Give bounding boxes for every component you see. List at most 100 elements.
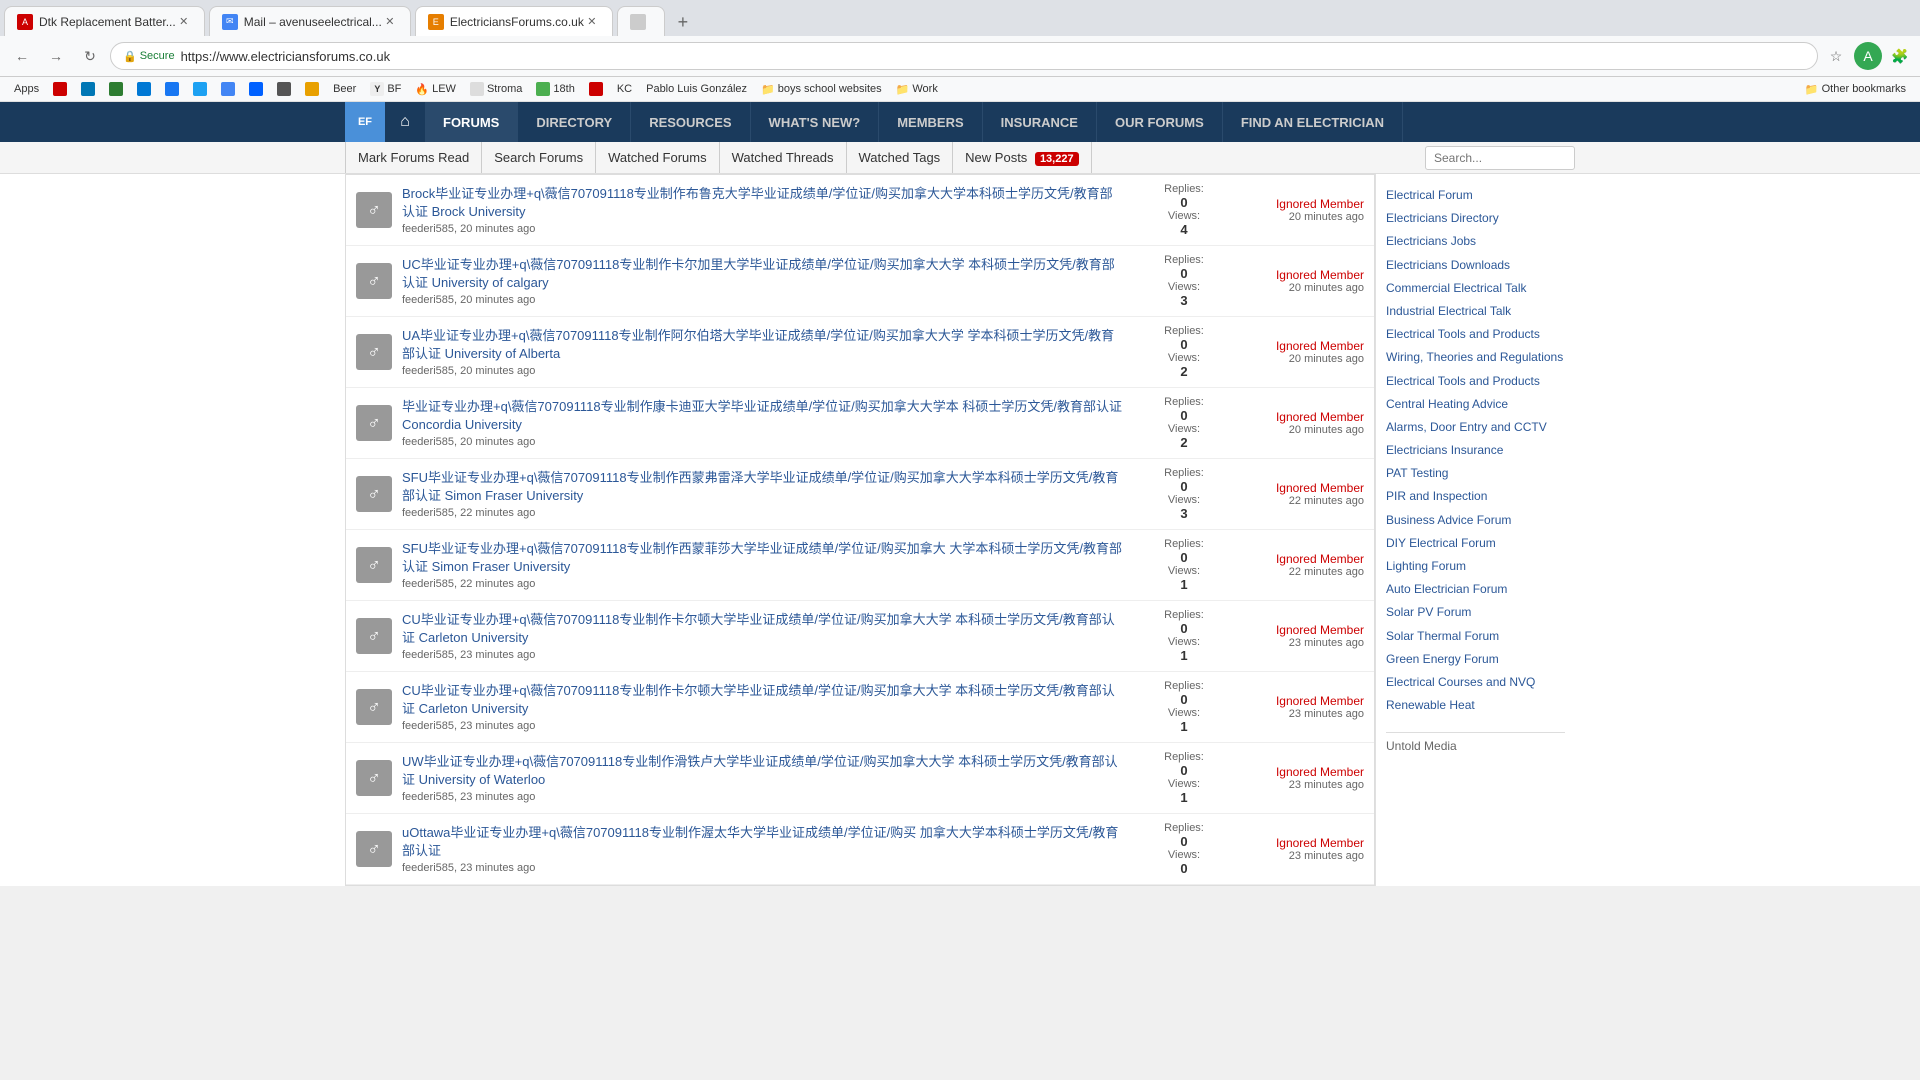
forward-button[interactable]: → <box>42 42 70 70</box>
bookmark-kc[interactable]: KC <box>611 80 638 98</box>
thread-title[interactable]: UC毕业证专业办理+q\薇信707091118专业制作卡尔加里大学毕业证成绩单/… <box>402 256 1124 292</box>
thread-info: uOttawa毕业证专业办理+q\薇信707091118专业制作渥太华大学毕业证… <box>402 824 1124 874</box>
last-poster[interactable]: Ignored Member <box>1244 836 1364 850</box>
sidebar-link-0[interactable]: Electrical Forum <box>1386 184 1565 207</box>
nav-whats-new[interactable]: WHAT'S NEW? <box>751 102 880 142</box>
sidebar-link-11[interactable]: Electricians Insurance <box>1386 439 1565 462</box>
last-poster[interactable]: Ignored Member <box>1244 197 1364 211</box>
sidebar-link-14[interactable]: Business Advice Forum <box>1386 509 1565 532</box>
bookmark-beer[interactable]: Beer <box>327 80 362 98</box>
bookmark-favicon-4[interactable] <box>131 79 157 99</box>
tab-close-3[interactable]: ✕ <box>584 14 600 30</box>
bookmark-linkedin[interactable] <box>75 79 101 99</box>
bookmark-pablo[interactable]: Pablo Luis González <box>640 80 753 98</box>
sidebar-link-7[interactable]: Wiring, Theories and Regulations <box>1386 346 1565 369</box>
bookmark-favicon-3[interactable] <box>103 79 129 99</box>
bookmark-favicon-kc[interactable] <box>583 79 609 99</box>
bookmark-boys-school[interactable]: 📁 boys school websites <box>755 80 888 99</box>
nav-home-icon[interactable]: ⌂ <box>385 102 425 142</box>
extensions-icon[interactable]: 🧩 <box>1888 44 1912 68</box>
sidebar-link-1[interactable]: Electricians Directory <box>1386 207 1565 230</box>
bookmark-apps[interactable]: Apps <box>8 80 45 98</box>
bookmark-stroma[interactable]: Stroma <box>464 79 528 99</box>
sidebar-link-13[interactable]: PIR and Inspection <box>1386 485 1565 508</box>
sidebar-link-17[interactable]: Auto Electrician Forum <box>1386 578 1565 601</box>
bookmark-twitter[interactable] <box>187 79 213 99</box>
tab-close-2[interactable]: ✕ <box>382 14 398 30</box>
nav-directory[interactable]: DIRECTORY <box>518 102 631 142</box>
bookmark-work[interactable]: 📁 Work <box>890 80 944 99</box>
bookmark-bf[interactable]: Y BF <box>364 79 407 99</box>
nav-members[interactable]: MEMBERS <box>879 102 982 142</box>
last-time: 20 minutes ago <box>1244 211 1364 223</box>
sidebar-link-green-energy[interactable]: Green Energy Forum <box>1386 648 1565 671</box>
thread-title[interactable]: SFU毕业证专业办理+q\薇信707091118专业制作西蒙弗雷泽大学毕业证成绩… <box>402 469 1124 505</box>
sidebar-link-6[interactable]: Electrical Tools and Products <box>1386 323 1565 346</box>
new-posts[interactable]: New Posts 13,227 <box>953 142 1091 173</box>
thread-title[interactable]: UW毕业证专业办理+q\薇信707091118专业制作滑铁卢大学毕业证成绩单/学… <box>402 753 1124 789</box>
bookmark-facebook[interactable] <box>159 79 185 99</box>
last-poster[interactable]: Ignored Member <box>1244 623 1364 637</box>
bookmark-favicon-10[interactable] <box>299 79 325 99</box>
sidebar-link-solar-thermal[interactable]: Solar Thermal Forum <box>1386 625 1565 648</box>
thread-title[interactable]: UA毕业证专业办理+q\薇信707091118专业制作阿尔伯塔大学毕业证成绩单/… <box>402 327 1124 363</box>
thread-info: UC毕业证专业办理+q\薇信707091118专业制作卡尔加里大学毕业证成绩单/… <box>402 256 1124 306</box>
sidebar-link-9[interactable]: Central Heating Advice <box>1386 393 1565 416</box>
sidebar-link-10[interactable]: Alarms, Door Entry and CCTV <box>1386 416 1565 439</box>
nav-logo[interactable]: EF <box>345 102 385 142</box>
sidebar-link-16[interactable]: Lighting Forum <box>1386 555 1565 578</box>
sidebar-link-5[interactable]: Industrial Electrical Talk <box>1386 300 1565 323</box>
last-poster[interactable]: Ignored Member <box>1244 694 1364 708</box>
user-icon[interactable]: A <box>1854 42 1882 70</box>
address-bar[interactable]: 🔒 Secure https://www.electriciansforums.… <box>110 42 1818 70</box>
last-poster[interactable]: Ignored Member <box>1244 339 1364 353</box>
last-poster[interactable]: Ignored Member <box>1244 552 1364 566</box>
browser-tab-3[interactable]: E ElectriciansForums.co.uk ✕ <box>415 6 613 36</box>
mark-forums-read[interactable]: Mark Forums Read <box>345 142 482 173</box>
last-poster[interactable]: Ignored Member <box>1244 268 1364 282</box>
watched-threads[interactable]: Watched Threads <box>720 142 847 173</box>
thread-title[interactable]: uOttawa毕业证专业办理+q\薇信707091118专业制作渥太华大学毕业证… <box>402 824 1124 860</box>
browser-tab-1[interactable]: A Dtk Replacement Batter... ✕ <box>4 6 205 36</box>
last-poster[interactable]: Ignored Member <box>1244 765 1364 779</box>
thread-title[interactable]: Brock毕业证专业办理+q\薇信707091118专业制作布鲁克大学毕业证成绩… <box>402 185 1124 221</box>
bookmark-google[interactable] <box>215 79 241 99</box>
bookmark-lew[interactable]: 🔥 LEW <box>409 80 462 99</box>
new-tab-button[interactable]: + <box>669 8 697 36</box>
nav-resources[interactable]: RESOURCES <box>631 102 750 142</box>
thread-title[interactable]: 毕业证专业办理+q\薇信707091118专业制作康卡迪亚大学毕业证成绩单/学位… <box>402 398 1124 434</box>
sidebar-link-15[interactable]: DIY Electrical Forum <box>1386 532 1565 555</box>
reload-button[interactable]: ↻ <box>76 42 104 70</box>
nav-forums[interactable]: FORUMS <box>425 102 518 142</box>
nav-insurance[interactable]: INSURANCE <box>983 102 1097 142</box>
sidebar-link-3[interactable]: Electricians Downloads <box>1386 254 1565 277</box>
sidebar-link-22[interactable]: Renewable Heat <box>1386 694 1565 717</box>
last-poster[interactable]: Ignored Member <box>1244 410 1364 424</box>
sidebar-link-18[interactable]: Solar PV Forum <box>1386 601 1565 624</box>
back-button[interactable]: ← <box>8 42 36 70</box>
bookmark-favicon-1[interactable] <box>47 79 73 99</box>
bookmark-18th[interactable]: 18th <box>530 79 580 99</box>
sidebar-link-12[interactable]: PAT Testing <box>1386 462 1565 485</box>
bookmark-dropbox[interactable] <box>243 79 269 99</box>
sidebar-link-8[interactable]: Electrical Tools and Products <box>1386 370 1565 393</box>
sidebar-link-21[interactable]: Electrical Courses and NVQ <box>1386 671 1565 694</box>
watched-tags[interactable]: Watched Tags <box>847 142 954 173</box>
sidebar-link-4[interactable]: Commercial Electrical Talk <box>1386 277 1565 300</box>
sidebar-link-2[interactable]: Electricians Jobs <box>1386 230 1565 253</box>
thread-title[interactable]: CU毕业证专业办理+q\薇信707091118专业制作卡尔顿大学毕业证成绩单/学… <box>402 682 1124 718</box>
nav-our-forums[interactable]: OUR FORUMS <box>1097 102 1223 142</box>
thread-title[interactable]: CU毕业证专业办理+q\薇信707091118专业制作卡尔顿大学毕业证成绩单/学… <box>402 611 1124 647</box>
browser-tab-4[interactable] <box>617 6 665 36</box>
last-poster[interactable]: Ignored Member <box>1244 481 1364 495</box>
browser-tab-2[interactable]: ✉ Mail – avenuseelectrical... ✕ <box>209 6 411 36</box>
nav-find-electrician[interactable]: FIND AN ELECTRICIAN <box>1223 102 1403 142</box>
bookmark-favicon-9[interactable] <box>271 79 297 99</box>
star-icon[interactable]: ☆ <box>1824 44 1848 68</box>
watched-forums[interactable]: Watched Forums <box>596 142 720 173</box>
search-input[interactable] <box>1425 146 1575 170</box>
tab-close-1[interactable]: ✕ <box>176 14 192 30</box>
bookmark-other[interactable]: 📁 Other bookmarks <box>1799 80 1912 99</box>
search-forums[interactable]: Search Forums <box>482 142 596 173</box>
thread-title[interactable]: SFU毕业证专业办理+q\薇信707091118专业制作西蒙菲莎大学毕业证成绩单… <box>402 540 1124 576</box>
